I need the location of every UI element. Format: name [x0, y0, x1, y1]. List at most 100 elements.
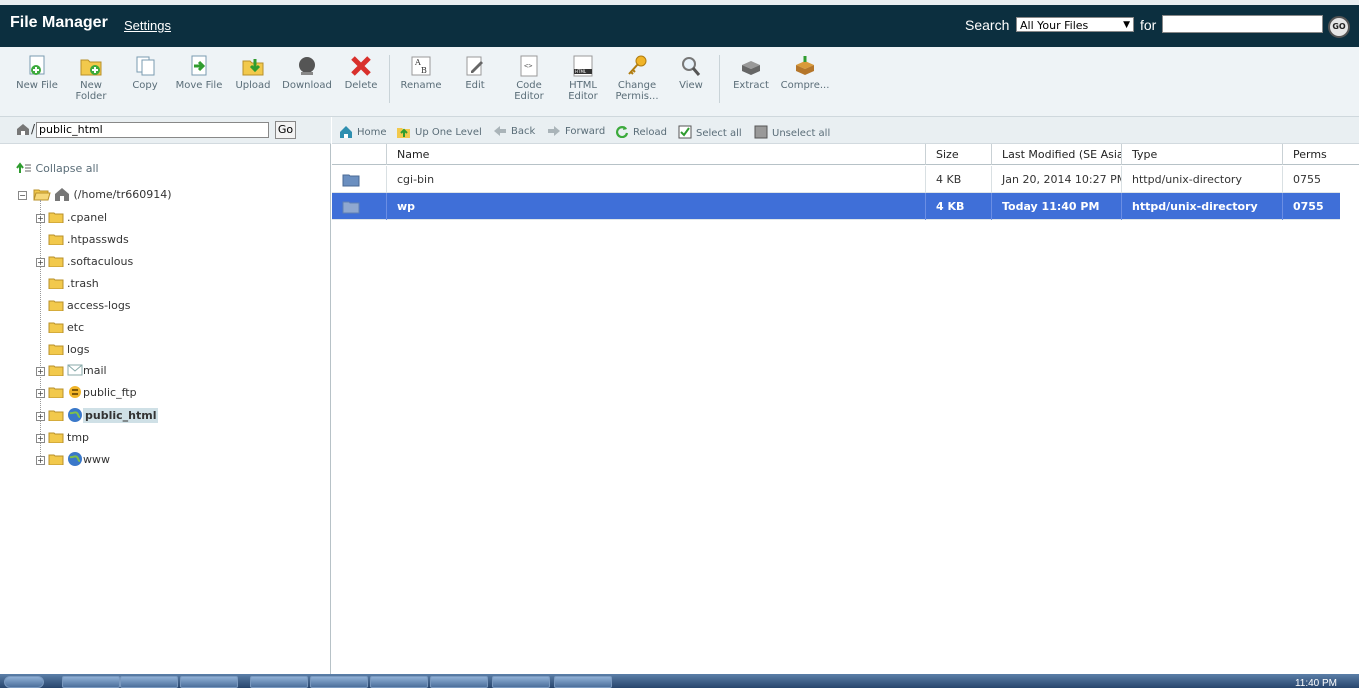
folder-icon	[342, 174, 360, 187]
move-file-label: Move File	[175, 80, 223, 91]
edit-button[interactable]: Edit	[448, 55, 502, 91]
toolbar: New File New Folder Copy Move File Uploa…	[0, 47, 1359, 117]
column-header-name[interactable]: Name	[386, 144, 925, 165]
folder-icon	[48, 300, 64, 311]
column-header-type[interactable]: Type	[1121, 144, 1282, 165]
reload-icon	[615, 126, 629, 139]
move-file-button[interactable]: Move File	[172, 55, 226, 91]
unselect-all-button[interactable]: Unselect all	[754, 125, 830, 139]
new-folder-icon	[80, 59, 102, 76]
expand-toggle-icon[interactable]: +	[36, 389, 45, 398]
taskbar-app-7[interactable]	[430, 676, 488, 688]
home-icon	[17, 124, 29, 135]
select-all-label: Select all	[696, 128, 742, 139]
tree-item-softaculous[interactable]: + .softaculous	[36, 255, 133, 268]
checkbox-checked-icon	[678, 125, 692, 139]
taskbar-app-5[interactable]	[310, 676, 368, 688]
expand-toggle-icon[interactable]: +	[36, 412, 45, 421]
expand-toggle-icon[interactable]: +	[36, 434, 45, 443]
svg-text:B: B	[421, 66, 427, 75]
path-go-button[interactable]: Go	[275, 121, 296, 139]
delete-button[interactable]: Delete	[334, 55, 388, 91]
folder-icon	[342, 201, 360, 214]
change-perms-label-1: Change	[617, 80, 657, 91]
tree-item-cpanel[interactable]: + .cpanel	[36, 211, 107, 224]
start-button[interactable]	[4, 676, 44, 688]
tree-root[interactable]: − (/home/tr660914)	[18, 187, 172, 201]
column-header-size[interactable]: Size	[925, 144, 991, 165]
path-input[interactable]: public_html	[36, 122, 269, 138]
rename-button[interactable]: AB Rename	[394, 55, 448, 91]
search-input[interactable]	[1162, 15, 1323, 33]
reload-button[interactable]: Reload	[615, 125, 667, 139]
tree-item-label: .cpanel	[67, 211, 108, 224]
search-scope-select[interactable]: All Your Files ▼	[1016, 17, 1134, 32]
search-go-button[interactable]: GO	[1328, 16, 1350, 38]
table-row-selected[interactable]: wp 4 KB Today 11:40 PM httpd/unix-direct…	[332, 193, 1340, 220]
column-header-last-modified[interactable]: Last Modified (SE Asia St	[991, 144, 1121, 165]
folder-icon	[48, 344, 64, 355]
upload-button[interactable]: Upload	[226, 55, 280, 91]
delete-icon	[351, 56, 371, 76]
forward-label: Forward	[565, 126, 606, 137]
expand-toggle-icon[interactable]: +	[36, 214, 45, 223]
taskbar-app-2[interactable]	[120, 676, 178, 688]
cell-perms: 0755	[1282, 166, 1340, 193]
tree-item-trash[interactable]: .trash	[36, 277, 99, 290]
code-editor-button[interactable]: <> Code Editor	[502, 55, 556, 102]
table-row[interactable]: cgi-bin 4 KB Jan 20, 2014 10:27 PM httpd…	[332, 166, 1340, 193]
folder-icon	[48, 212, 64, 223]
collapse-toggle-icon[interactable]: −	[18, 191, 27, 200]
new-file-button[interactable]: New File	[10, 55, 64, 91]
tree-item-tmp[interactable]: + tmp	[36, 431, 89, 444]
tree-item-public-html[interactable]: + public_html	[36, 407, 159, 423]
cell-modified: Jan 20, 2014 10:27 PM	[991, 166, 1121, 193]
collapse-all-button[interactable]: Collapse all	[16, 162, 99, 175]
tree-item-public-ftp[interactable]: + public_ftp	[36, 385, 137, 399]
copy-button[interactable]: Copy	[118, 55, 172, 91]
settings-link[interactable]: Settings	[124, 18, 171, 33]
tree-item-etc[interactable]: etc	[36, 321, 84, 334]
expand-toggle-icon[interactable]: +	[36, 258, 45, 267]
html-editor-label-2: Editor	[568, 91, 598, 102]
extract-button[interactable]: Extract	[724, 55, 778, 91]
home-button[interactable]: Home	[339, 125, 387, 138]
file-list: Name Size Last Modified (SE Asia St Type…	[332, 144, 1359, 674]
expand-toggle-icon[interactable]: +	[36, 367, 45, 376]
forward-button[interactable]: Forward	[547, 125, 605, 137]
tree-item-logs[interactable]: logs	[36, 343, 90, 356]
taskbar-app-opera[interactable]	[492, 676, 550, 688]
rename-label: Rename	[400, 80, 442, 91]
folder-icon	[48, 454, 64, 465]
tree-item-www[interactable]: + www	[36, 451, 110, 467]
taskbar-app-explorer[interactable]	[62, 676, 120, 688]
key-icon	[628, 55, 647, 75]
forward-arrow-icon	[548, 126, 560, 136]
back-button[interactable]: Back	[493, 125, 535, 137]
change-permissions-button[interactable]: Change Permis...	[610, 55, 664, 102]
compress-button[interactable]: Compre...	[778, 55, 832, 91]
up-one-level-button[interactable]: Up One Level	[396, 125, 482, 138]
download-button[interactable]: Download	[280, 55, 334, 91]
select-all-button[interactable]: Select all	[678, 125, 742, 139]
html-editor-button[interactable]: HTML HTML Editor	[556, 55, 610, 102]
extract-label: Extract	[733, 80, 769, 91]
column-header-perms[interactable]: Perms	[1282, 144, 1340, 165]
taskbar-app-chrome[interactable]	[250, 676, 308, 688]
tree-item-access-logs[interactable]: access-logs	[36, 299, 131, 312]
app-header: File Manager Settings Search All Your Fi…	[0, 0, 1359, 47]
new-folder-label-1: New	[80, 80, 102, 91]
up-folder-icon	[397, 128, 410, 138]
new-folder-button[interactable]: New Folder	[64, 55, 118, 102]
taskbar-app-firefox[interactable]	[180, 676, 238, 688]
edit-icon	[466, 56, 483, 76]
expand-toggle-icon[interactable]: +	[36, 456, 45, 465]
taskbar-app-6[interactable]	[370, 676, 428, 688]
tree-item-mail[interactable]: + mail	[36, 363, 107, 377]
view-button[interactable]: View	[664, 55, 718, 91]
cell-size: 4 KB	[925, 166, 991, 193]
cell-modified: Today 11:40 PM	[991, 193, 1121, 220]
edit-label: Edit	[465, 80, 485, 91]
tree-item-htpasswds[interactable]: .htpasswds	[36, 233, 129, 246]
taskbar-app-word[interactable]	[554, 676, 612, 688]
